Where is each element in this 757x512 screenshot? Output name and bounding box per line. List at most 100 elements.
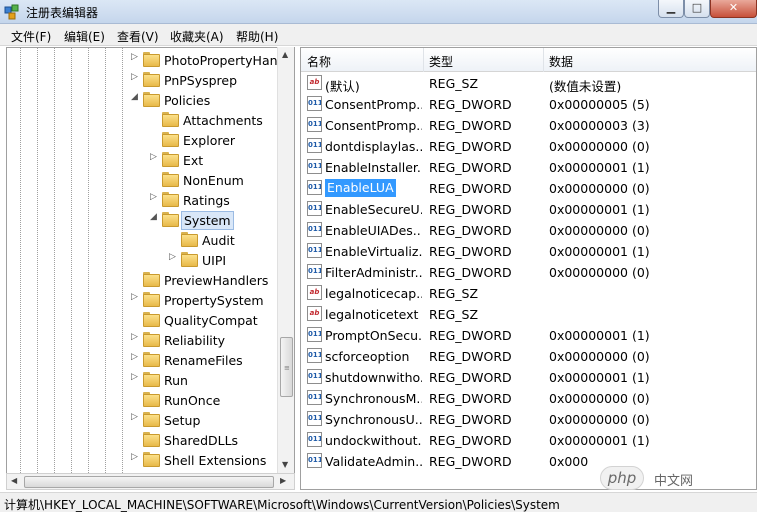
- expand-arrow-icon[interactable]: ▷: [131, 352, 141, 362]
- tree-item[interactable]: Attachments: [7, 110, 294, 130]
- registry-values-list[interactable]: 名称 类型 数据 ab (默认) REG_SZ (数值未设置) 011 ConsentPr…: [300, 47, 757, 490]
- folder-icon: [143, 412, 160, 427]
- collapse-arrow-icon[interactable]: ◢: [150, 212, 160, 222]
- tree-item[interactable]: PreviewHandlers: [7, 270, 294, 290]
- folder-icon: [143, 52, 160, 67]
- tree-item[interactable]: ▷ PhotoPropertyHand: [7, 50, 294, 70]
- tree-hscroll-thumb[interactable]: [24, 476, 274, 488]
- tree-item-selected[interactable]: ◢ System: [7, 210, 294, 230]
- value-row[interactable]: ab (默认) REG_SZ (数值未设置): [301, 73, 756, 94]
- folder-icon: [143, 432, 160, 447]
- tree-item[interactable]: ▷ Setup: [7, 410, 294, 430]
- binary-value-icon: 011: [307, 453, 322, 468]
- value-data: 0x00000000 (0): [549, 265, 650, 280]
- scroll-up-arrow-icon[interactable]: ▲: [282, 50, 288, 59]
- value-type: REG_DWORD: [429, 118, 512, 133]
- folder-icon: [162, 132, 179, 147]
- tree-item[interactable]: ▷ Ratings: [7, 190, 294, 210]
- value-type: REG_SZ: [429, 286, 479, 301]
- tree-horizontal-scrollbar[interactable]: ◀ ▶: [6, 473, 295, 490]
- tree-item[interactable]: ▷ PropertySystem: [7, 290, 294, 310]
- column-header-type[interactable]: 类型: [429, 53, 453, 70]
- registry-tree[interactable]: ▷ PhotoPropertyHand ▷ PnPSysprep ◢ Polic…: [6, 47, 295, 474]
- tree-item[interactable]: ▷ RenameFiles: [7, 350, 294, 370]
- menu-help[interactable]: 帮助(H): [236, 28, 278, 45]
- value-row[interactable]: 011 EnableUIADes... REG_DWORD 0x00000000 (0…: [301, 220, 756, 241]
- expand-arrow-icon[interactable]: ▷: [131, 372, 141, 382]
- value-row[interactable]: 011 SynchronousU... REG_DWORD 0x00000000 (0…: [301, 409, 756, 430]
- menu-edit[interactable]: 编辑(E): [64, 28, 105, 45]
- collapse-arrow-icon[interactable]: ◢: [131, 92, 141, 102]
- expand-arrow-icon[interactable]: ▷: [131, 332, 141, 342]
- tree-item-label: RenameFiles: [164, 353, 243, 368]
- tree-scroll-thumb[interactable]: ≡: [280, 337, 293, 397]
- value-type: REG_DWORD: [429, 223, 512, 238]
- value-row[interactable]: ab legalnoticecap... REG_SZ: [301, 283, 756, 304]
- value-row[interactable]: 011 dontdisplaylas... REG_DWORD 0x00000000 …: [301, 136, 756, 157]
- expand-arrow-icon[interactable]: ▷: [131, 52, 141, 62]
- tree-item[interactable]: Explorer: [7, 130, 294, 150]
- value-row[interactable]: 011 EnableSecureU... REG_DWORD 0x00000001 (…: [301, 199, 756, 220]
- menu-file[interactable]: 文件(F): [11, 28, 51, 45]
- value-row[interactable]: 011 PromptOnSecu... REG_DWORD 0x00000001 (1…: [301, 325, 756, 346]
- tree-item[interactable]: QualityCompat: [7, 310, 294, 330]
- value-data: 0x00000000 (0): [549, 412, 650, 427]
- value-row-selected[interactable]: 011 EnableLUA REG_DWORD 0x00000000 (0): [301, 178, 756, 199]
- tree-item[interactable]: RunOnce: [7, 390, 294, 410]
- tree-item-label: PreviewHandlers: [164, 273, 269, 288]
- value-row[interactable]: 011 FilterAdministr... REG_DWORD 0x00000000…: [301, 262, 756, 283]
- folder-icon: [143, 452, 160, 467]
- value-name: SynchronousM...: [325, 391, 422, 406]
- tree-item[interactable]: NonEnum: [7, 170, 294, 190]
- expand-arrow-icon[interactable]: ▷: [131, 412, 141, 422]
- value-row[interactable]: 011 undockwithout... REG_DWORD 0x00000001 (…: [301, 430, 756, 451]
- tree-item[interactable]: ▷ Shell Extensions: [7, 450, 294, 470]
- folder-icon: [181, 252, 198, 267]
- value-name: EnableUIADes...: [325, 223, 422, 238]
- value-row[interactable]: 011 ConsentPromp... REG_DWORD 0x00000005 (5…: [301, 94, 756, 115]
- binary-value-icon: 011: [307, 327, 322, 342]
- tree-item[interactable]: SharedDLLs: [7, 430, 294, 450]
- registry-editor-icon: [4, 4, 19, 20]
- tree-item[interactable]: ▷ UIPI: [7, 250, 294, 270]
- value-row[interactable]: 011 scforceoption REG_DWORD 0x00000000 (0): [301, 346, 756, 367]
- binary-value-icon: 011: [307, 222, 322, 237]
- close-button[interactable]: ✕: [710, 0, 757, 18]
- column-header-name[interactable]: 名称: [307, 53, 331, 70]
- binary-value-icon: 011: [307, 390, 322, 405]
- expand-arrow-icon[interactable]: ▷: [150, 152, 160, 162]
- tree-item[interactable]: Audit: [7, 230, 294, 250]
- expand-arrow-icon[interactable]: ▷: [131, 452, 141, 462]
- value-row[interactable]: 011 EnableVirtualiz... REG_DWORD 0x00000001…: [301, 241, 756, 262]
- tree-item[interactable]: ▷ Ext: [7, 150, 294, 170]
- maximize-button[interactable]: □: [684, 0, 710, 18]
- expand-arrow-icon[interactable]: ▷: [150, 192, 160, 202]
- tree-item[interactable]: ▷ Reliability: [7, 330, 294, 350]
- tree-item-label: Setup: [164, 413, 201, 428]
- minimize-button[interactable]: ▁: [658, 0, 684, 18]
- tree-item[interactable]: ◢ Policies: [7, 90, 294, 110]
- tree-vertical-scrollbar[interactable]: ▲ ≡ ▼: [277, 47, 294, 474]
- expand-arrow-icon[interactable]: ▷: [169, 252, 179, 262]
- value-name: EnableLUA: [325, 179, 396, 197]
- menu-view[interactable]: 查看(V): [117, 28, 159, 45]
- value-row[interactable]: ab legalnoticetext REG_SZ: [301, 304, 756, 325]
- scroll-right-arrow-icon[interactable]: ▶: [280, 476, 286, 485]
- binary-value-icon: 011: [307, 117, 322, 132]
- tree-item[interactable]: ▷ Run: [7, 370, 294, 390]
- expand-arrow-icon[interactable]: ▷: [131, 72, 141, 82]
- tree-item[interactable]: ▷ PnPSysprep: [7, 70, 294, 90]
- menu-favorites[interactable]: 收藏夹(A): [170, 28, 224, 45]
- column-header-data[interactable]: 数据: [549, 53, 573, 70]
- value-row[interactable]: 011 ConsentPromp... REG_DWORD 0x00000003 (3…: [301, 115, 756, 136]
- value-type: REG_SZ: [429, 76, 479, 91]
- value-row[interactable]: 011 EnableInstaller... REG_DWORD 0x00000001…: [301, 157, 756, 178]
- scroll-down-arrow-icon[interactable]: ▼: [282, 460, 288, 469]
- value-row[interactable]: 011 shutdownwitho... REG_DWORD 0x00000001 (…: [301, 367, 756, 388]
- value-row[interactable]: 011 SynchronousM... REG_DWORD 0x00000000 (0…: [301, 388, 756, 409]
- scroll-left-arrow-icon[interactable]: ◀: [11, 476, 17, 485]
- binary-value-icon: 011: [307, 201, 322, 216]
- expand-arrow-icon[interactable]: ▷: [131, 292, 141, 302]
- tree-item-label: Attachments: [183, 113, 263, 128]
- folder-icon: [143, 292, 160, 307]
